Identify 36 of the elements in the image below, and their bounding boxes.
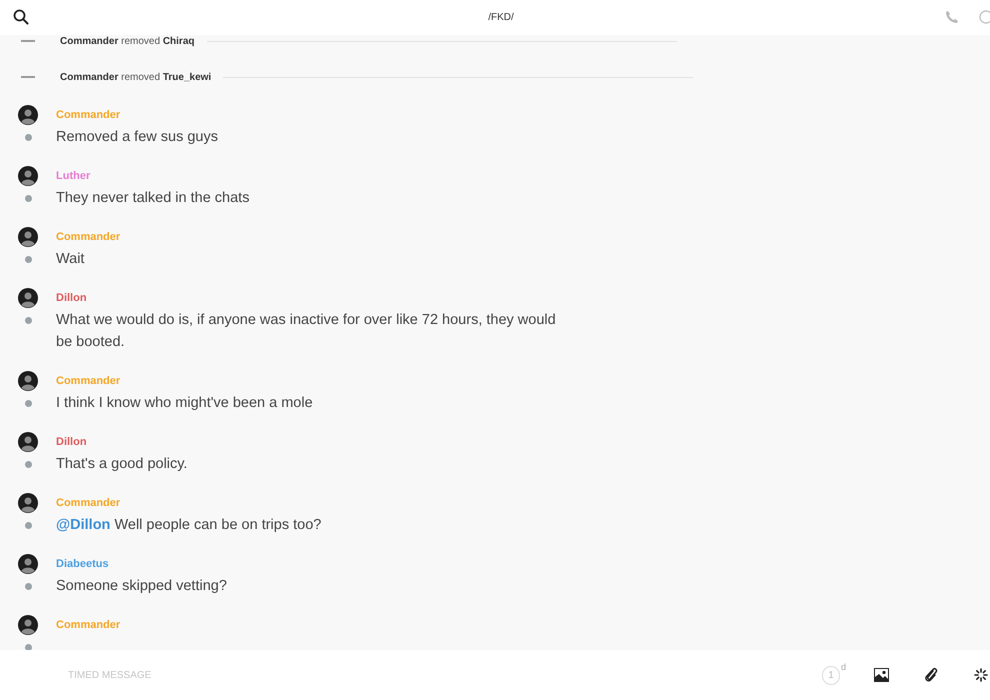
message-text: @Dillon Well people can be on trips too?: [56, 516, 322, 535]
dash-icon: [21, 40, 35, 42]
author-name[interactable]: Commander: [56, 495, 120, 511]
mention-link[interactable]: @Dillon: [56, 517, 110, 533]
avatar[interactable]: [18, 615, 38, 635]
author-name[interactable]: Dillon: [56, 434, 87, 450]
spinner-icon[interactable]: [974, 668, 988, 682]
system-message: Commander removed Chiraq: [60, 35, 194, 48]
message-text: Wait: [56, 250, 86, 269]
search-icon[interactable]: [13, 9, 29, 25]
author-name[interactable]: Dillon: [56, 290, 87, 306]
author-name[interactable]: Commander: [56, 373, 120, 389]
system-message: Commander removed True_kewi: [60, 70, 212, 84]
author-name[interactable]: Commander: [56, 617, 120, 633]
avatar[interactable]: [18, 288, 38, 308]
message-text: Removed a few sus guys: [56, 128, 219, 147]
avatar[interactable]: [18, 432, 38, 452]
message-text: What we would do is, if anyone was inactive for over like 72 hours, they would be booted.: [56, 311, 556, 352]
avatar[interactable]: [18, 105, 38, 125]
avatar[interactable]: [18, 227, 38, 247]
author-name[interactable]: Diabeetus: [56, 556, 109, 572]
author-name[interactable]: Commander: [56, 229, 120, 245]
message-text: They never talked in the chats: [56, 189, 250, 208]
chat-title: /FKD/: [488, 11, 514, 25]
message-text: Someone skipped vetting?: [56, 577, 228, 596]
author-name[interactable]: Commander: [56, 107, 120, 123]
message-text: I think I know who might've been a mole: [56, 394, 314, 413]
avatar[interactable]: [18, 493, 38, 513]
dash-icon: [21, 76, 35, 78]
message-text: That's a good policy.: [56, 455, 188, 474]
author-name[interactable]: Luther: [56, 168, 90, 184]
avatar[interactable]: [18, 166, 38, 186]
image-icon[interactable]: [874, 668, 889, 682]
paperclip-icon[interactable]: [924, 667, 938, 683]
avatar[interactable]: [18, 554, 38, 574]
avatar[interactable]: [18, 371, 38, 391]
